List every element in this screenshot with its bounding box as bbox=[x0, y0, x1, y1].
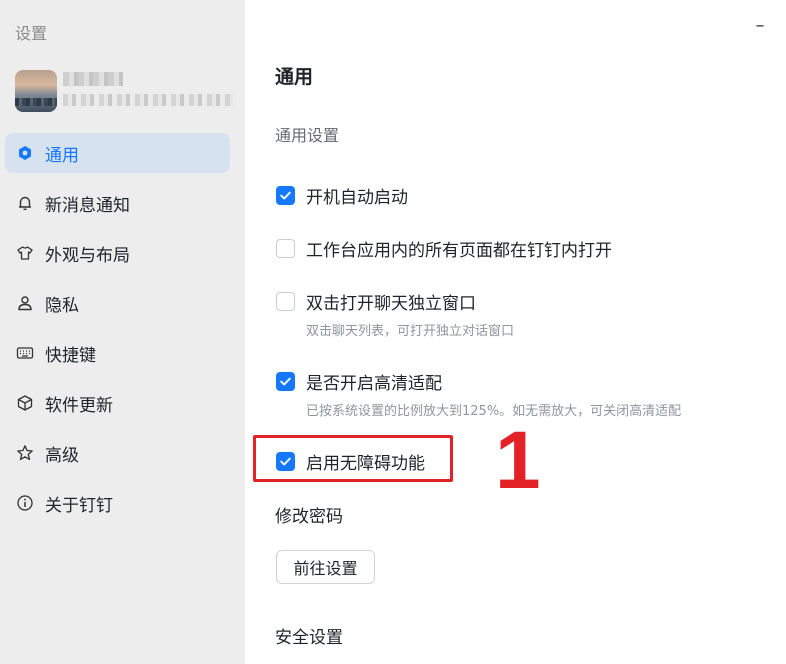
sidebar-item-about[interactable]: 关于钉钉 bbox=[5, 483, 230, 523]
sidebar-item-label: 关于钉钉 bbox=[45, 495, 113, 516]
option-hint: 已按系统设置的比例放大到125%。如无需放大，可关闭高清适配 bbox=[306, 404, 682, 419]
option-double-click-window[interactable]: 双击打开聊天独立窗口 bbox=[276, 289, 476, 314]
minimize-button[interactable]: – bbox=[754, 16, 766, 36]
sidebar-item-general[interactable]: 通用 bbox=[5, 133, 230, 173]
sidebar-item-update[interactable]: 软件更新 bbox=[5, 383, 230, 423]
sidebar: 设置 通用 新消息通知 外观与布局 隐私 快捷键 软件更新 高级 关于钉钉 bbox=[0, 0, 245, 664]
checkbox-unchecked[interactable] bbox=[276, 239, 295, 258]
option-label: 是否开启高清适配 bbox=[306, 374, 442, 394]
page-title: 通用 bbox=[275, 66, 314, 88]
sidebar-item-privacy[interactable]: 隐私 bbox=[5, 283, 230, 323]
profile[interactable] bbox=[15, 70, 235, 114]
keyboard-icon bbox=[16, 344, 34, 362]
sidebar-item-shortcuts[interactable]: 快捷键 bbox=[5, 333, 230, 373]
option-hint: 双击聊天列表，可打开独立对话窗口 bbox=[306, 324, 515, 339]
star-icon bbox=[16, 444, 34, 462]
bell-icon bbox=[16, 194, 34, 212]
avatar[interactable] bbox=[15, 70, 57, 112]
annotation-number: 1 bbox=[495, 415, 541, 506]
annotation-highlight-box bbox=[253, 435, 453, 482]
minimize-icon: – bbox=[755, 15, 765, 36]
sidebar-title: 设置 bbox=[15, 24, 48, 43]
checkbox-checked[interactable] bbox=[276, 372, 295, 391]
checkmark-icon bbox=[280, 377, 291, 386]
sidebar-item-label: 高级 bbox=[45, 445, 79, 466]
shirt-icon bbox=[16, 244, 34, 262]
option-label: 双击打开聊天独立窗口 bbox=[306, 294, 476, 314]
go-to-settings-button[interactable]: 前往设置 bbox=[276, 550, 375, 584]
sidebar-item-label: 快捷键 bbox=[45, 345, 96, 366]
user-name-blurred bbox=[63, 72, 123, 86]
option-auto-start[interactable]: 开机自动启动 bbox=[276, 183, 408, 208]
sidebar-item-label: 软件更新 bbox=[45, 395, 113, 416]
sidebar-item-label: 外观与布局 bbox=[45, 245, 130, 266]
password-section-title: 修改密码 bbox=[275, 507, 343, 527]
sidebar-item-label: 新消息通知 bbox=[45, 195, 130, 216]
checkbox-unchecked[interactable] bbox=[276, 292, 295, 311]
sidebar-item-appearance[interactable]: 外观与布局 bbox=[5, 233, 230, 273]
checkmark-icon bbox=[280, 191, 291, 200]
sidebar-item-label: 通用 bbox=[45, 145, 79, 166]
option-hd-adapt[interactable]: 是否开启高清适配 bbox=[276, 369, 442, 394]
checkbox-checked[interactable] bbox=[276, 186, 295, 205]
option-label: 工作台应用内的所有页面都在钉钉内打开 bbox=[306, 241, 612, 261]
box-icon bbox=[16, 394, 34, 412]
security-section-title: 安全设置 bbox=[275, 628, 343, 648]
section-title: 通用设置 bbox=[275, 126, 340, 145]
user-id-blurred bbox=[63, 94, 233, 106]
sidebar-item-notifications[interactable]: 新消息通知 bbox=[5, 183, 230, 223]
sidebar-item-label: 隐私 bbox=[45, 295, 79, 316]
sidebar-item-advanced[interactable]: 高级 bbox=[5, 433, 230, 473]
option-label: 开机自动启动 bbox=[306, 188, 408, 208]
settings-panel: – 通用 通用设置 开机自动启动 工作台应用内的所有页面都在钉钉内打开 双击打开… bbox=[245, 0, 786, 664]
hexagon-icon bbox=[16, 144, 34, 162]
person-icon bbox=[16, 294, 34, 312]
option-open-in-app[interactable]: 工作台应用内的所有页面都在钉钉内打开 bbox=[276, 236, 612, 261]
info-icon bbox=[16, 494, 34, 512]
sidebar-nav: 通用 新消息通知 外观与布局 隐私 快捷键 软件更新 高级 关于钉钉 bbox=[5, 133, 230, 533]
